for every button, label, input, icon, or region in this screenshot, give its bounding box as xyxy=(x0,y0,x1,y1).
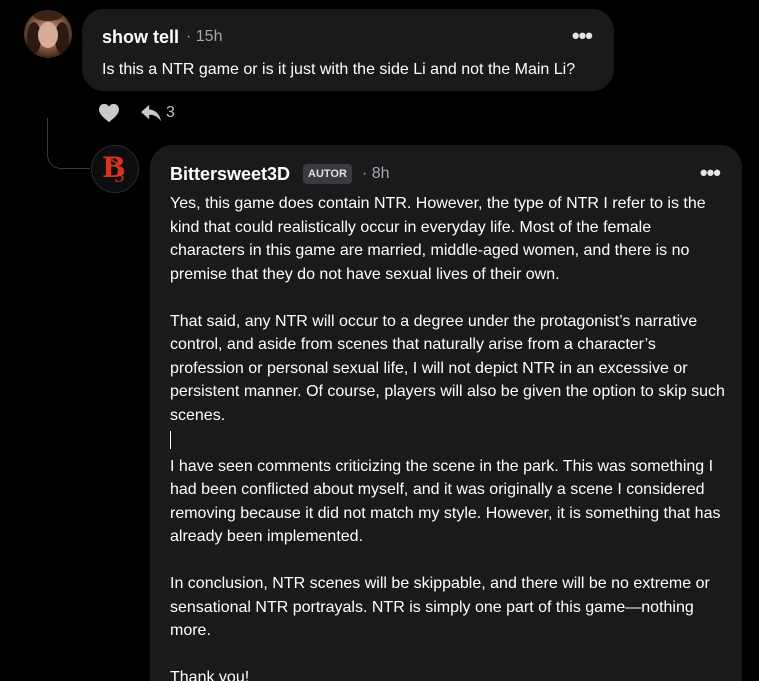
svg-text:3: 3 xyxy=(115,167,125,186)
comment-text: Is this a NTR game or is it just with th… xyxy=(102,61,576,78)
reply-icon[interactable] xyxy=(140,104,162,122)
reply-paragraph: That said, any NTR will occur to a degre… xyxy=(170,312,725,424)
bittersweet-logo-icon: B 3 S xyxy=(102,151,126,186)
reply-paragraph: Thank you! xyxy=(170,669,250,681)
reply-bubble: Bittersweet3D AUTOR · 8h ••• Yes, this g… xyxy=(150,145,742,681)
reply-paragraph: In conclusion, NTR scenes will be skippa… xyxy=(170,575,710,639)
author-badge: AUTOR xyxy=(303,164,352,184)
reply-count[interactable]: 3 xyxy=(166,104,175,122)
comment-timestamp: · 15h xyxy=(186,28,223,45)
text-caret xyxy=(170,431,171,449)
heart-icon[interactable] xyxy=(98,103,120,123)
svg-text:S: S xyxy=(110,155,118,169)
comment-author[interactable]: show tell xyxy=(102,27,179,48)
reply-author[interactable]: Bittersweet3D xyxy=(170,164,290,185)
avatar-logo[interactable]: B 3 S xyxy=(91,145,139,193)
thread-connector-line xyxy=(47,118,90,169)
reply-text: Yes, this game does contain NTR. However… xyxy=(170,192,730,681)
avatar[interactable] xyxy=(24,10,72,58)
reply-timestamp: · 8h xyxy=(362,165,390,182)
avatar-face xyxy=(38,22,58,48)
reply-paragraph: Yes, this game does contain NTR. However… xyxy=(170,195,706,283)
more-options-icon[interactable]: ••• xyxy=(572,25,593,47)
more-options-icon[interactable]: ••• xyxy=(700,162,721,184)
reply-paragraph: I have seen comments criticizing the sce… xyxy=(170,457,721,546)
comment-thread: show tell · 15h ••• Is this a NTR game o… xyxy=(0,0,759,681)
comment-actions: 3 xyxy=(98,102,175,124)
comment-bubble: show tell · 15h ••• Is this a NTR game o… xyxy=(82,9,614,91)
